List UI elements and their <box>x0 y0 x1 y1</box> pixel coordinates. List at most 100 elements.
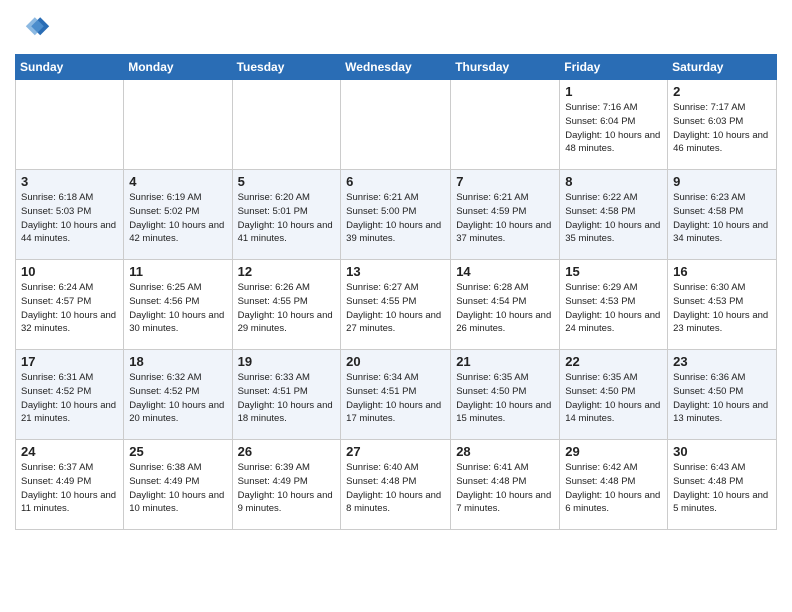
sunset-label: Sunset: 4:48 PM <box>565 476 635 487</box>
daylight-label: Daylight: 10 hours and 39 minutes. <box>346 220 441 245</box>
day-info: Sunrise: 6:26 AM Sunset: 4:55 PM Dayligh… <box>238 281 336 336</box>
sunrise-label: Sunrise: 7:17 AM <box>673 102 745 113</box>
daylight-label: Daylight: 10 hours and 34 minutes. <box>673 220 768 245</box>
day-number: 22 <box>565 354 662 369</box>
day-number: 6 <box>346 174 445 189</box>
day-info: Sunrise: 6:22 AM Sunset: 4:58 PM Dayligh… <box>565 191 662 246</box>
calendar-cell: 30 Sunrise: 6:43 AM Sunset: 4:48 PM Dayl… <box>668 440 777 530</box>
day-info: Sunrise: 6:18 AM Sunset: 5:03 PM Dayligh… <box>21 191 118 246</box>
daylight-label: Daylight: 10 hours and 11 minutes. <box>21 490 116 515</box>
calendar-cell: 20 Sunrise: 6:34 AM Sunset: 4:51 PM Dayl… <box>341 350 451 440</box>
sunset-label: Sunset: 5:02 PM <box>129 206 199 217</box>
daylight-label: Daylight: 10 hours and 9 minutes. <box>238 490 333 515</box>
daylight-label: Daylight: 10 hours and 37 minutes. <box>456 220 551 245</box>
day-number: 26 <box>238 444 336 459</box>
sunset-label: Sunset: 4:49 PM <box>238 476 308 487</box>
daylight-label: Daylight: 10 hours and 30 minutes. <box>129 310 224 335</box>
sunrise-label: Sunrise: 6:34 AM <box>346 372 418 383</box>
sunrise-label: Sunrise: 6:29 AM <box>565 282 637 293</box>
logo-icon <box>15 10 51 46</box>
day-info: Sunrise: 6:36 AM Sunset: 4:50 PM Dayligh… <box>673 371 771 426</box>
day-number: 16 <box>673 264 771 279</box>
day-info: Sunrise: 6:32 AM Sunset: 4:52 PM Dayligh… <box>129 371 226 426</box>
day-info: Sunrise: 6:30 AM Sunset: 4:53 PM Dayligh… <box>673 281 771 336</box>
day-number: 15 <box>565 264 662 279</box>
sunrise-label: Sunrise: 6:39 AM <box>238 462 310 473</box>
weekday-header-saturday: Saturday <box>668 55 777 80</box>
day-info: Sunrise: 6:24 AM Sunset: 4:57 PM Dayligh… <box>21 281 118 336</box>
sunset-label: Sunset: 6:04 PM <box>565 116 635 127</box>
calendar-cell: 24 Sunrise: 6:37 AM Sunset: 4:49 PM Dayl… <box>16 440 124 530</box>
daylight-label: Daylight: 10 hours and 14 minutes. <box>565 400 660 425</box>
page: SundayMondayTuesdayWednesdayThursdayFrid… <box>0 0 792 540</box>
calendar-cell: 23 Sunrise: 6:36 AM Sunset: 4:50 PM Dayl… <box>668 350 777 440</box>
weekday-header-friday: Friday <box>560 55 668 80</box>
day-info: Sunrise: 6:29 AM Sunset: 4:53 PM Dayligh… <box>565 281 662 336</box>
weekday-header-monday: Monday <box>124 55 232 80</box>
day-number: 24 <box>21 444 118 459</box>
sunrise-label: Sunrise: 6:19 AM <box>129 192 201 203</box>
sunrise-label: Sunrise: 6:26 AM <box>238 282 310 293</box>
calendar-cell: 3 Sunrise: 6:18 AM Sunset: 5:03 PM Dayli… <box>16 170 124 260</box>
calendar-cell: 15 Sunrise: 6:29 AM Sunset: 4:53 PM Dayl… <box>560 260 668 350</box>
day-number: 12 <box>238 264 336 279</box>
calendar-cell: 28 Sunrise: 6:41 AM Sunset: 4:48 PM Dayl… <box>451 440 560 530</box>
day-number: 28 <box>456 444 554 459</box>
daylight-label: Daylight: 10 hours and 41 minutes. <box>238 220 333 245</box>
sunrise-label: Sunrise: 7:16 AM <box>565 102 637 113</box>
day-number: 25 <box>129 444 226 459</box>
weekday-header-thursday: Thursday <box>451 55 560 80</box>
calendar-row-1: 3 Sunrise: 6:18 AM Sunset: 5:03 PM Dayli… <box>16 170 777 260</box>
sunrise-label: Sunrise: 6:40 AM <box>346 462 418 473</box>
sunrise-label: Sunrise: 6:24 AM <box>21 282 93 293</box>
day-number: 7 <box>456 174 554 189</box>
daylight-label: Daylight: 10 hours and 24 minutes. <box>565 310 660 335</box>
sunset-label: Sunset: 4:53 PM <box>565 296 635 307</box>
day-info: Sunrise: 6:31 AM Sunset: 4:52 PM Dayligh… <box>21 371 118 426</box>
sunrise-label: Sunrise: 6:28 AM <box>456 282 528 293</box>
day-number: 4 <box>129 174 226 189</box>
calendar-cell: 1 Sunrise: 7:16 AM Sunset: 6:04 PM Dayli… <box>560 80 668 170</box>
calendar-cell: 17 Sunrise: 6:31 AM Sunset: 4:52 PM Dayl… <box>16 350 124 440</box>
daylight-label: Daylight: 10 hours and 17 minutes. <box>346 400 441 425</box>
sunrise-label: Sunrise: 6:38 AM <box>129 462 201 473</box>
sunset-label: Sunset: 5:03 PM <box>21 206 91 217</box>
sunrise-label: Sunrise: 6:41 AM <box>456 462 528 473</box>
day-number: 18 <box>129 354 226 369</box>
day-info: Sunrise: 6:37 AM Sunset: 4:49 PM Dayligh… <box>21 461 118 516</box>
daylight-label: Daylight: 10 hours and 29 minutes. <box>238 310 333 335</box>
daylight-label: Daylight: 10 hours and 23 minutes. <box>673 310 768 335</box>
calendar-cell <box>341 80 451 170</box>
calendar-cell: 21 Sunrise: 6:35 AM Sunset: 4:50 PM Dayl… <box>451 350 560 440</box>
day-number: 10 <box>21 264 118 279</box>
calendar-cell: 11 Sunrise: 6:25 AM Sunset: 4:56 PM Dayl… <box>124 260 232 350</box>
daylight-label: Daylight: 10 hours and 42 minutes. <box>129 220 224 245</box>
daylight-label: Daylight: 10 hours and 46 minutes. <box>673 130 768 155</box>
sunset-label: Sunset: 4:48 PM <box>346 476 416 487</box>
daylight-label: Daylight: 10 hours and 10 minutes. <box>129 490 224 515</box>
sunset-label: Sunset: 4:51 PM <box>238 386 308 397</box>
day-info: Sunrise: 6:20 AM Sunset: 5:01 PM Dayligh… <box>238 191 336 246</box>
day-number: 9 <box>673 174 771 189</box>
day-info: Sunrise: 6:42 AM Sunset: 4:48 PM Dayligh… <box>565 461 662 516</box>
day-info: Sunrise: 6:40 AM Sunset: 4:48 PM Dayligh… <box>346 461 445 516</box>
daylight-label: Daylight: 10 hours and 13 minutes. <box>673 400 768 425</box>
calendar: SundayMondayTuesdayWednesdayThursdayFrid… <box>15 54 777 530</box>
sunrise-label: Sunrise: 6:36 AM <box>673 372 745 383</box>
sunset-label: Sunset: 4:50 PM <box>565 386 635 397</box>
day-info: Sunrise: 6:34 AM Sunset: 4:51 PM Dayligh… <box>346 371 445 426</box>
sunset-label: Sunset: 4:52 PM <box>129 386 199 397</box>
daylight-label: Daylight: 10 hours and 48 minutes. <box>565 130 660 155</box>
sunrise-label: Sunrise: 6:32 AM <box>129 372 201 383</box>
sunrise-label: Sunrise: 6:35 AM <box>456 372 528 383</box>
daylight-label: Daylight: 10 hours and 35 minutes. <box>565 220 660 245</box>
sunset-label: Sunset: 4:51 PM <box>346 386 416 397</box>
calendar-cell: 13 Sunrise: 6:27 AM Sunset: 4:55 PM Dayl… <box>341 260 451 350</box>
sunrise-label: Sunrise: 6:33 AM <box>238 372 310 383</box>
sunset-label: Sunset: 4:50 PM <box>673 386 743 397</box>
day-number: 3 <box>21 174 118 189</box>
daylight-label: Daylight: 10 hours and 20 minutes. <box>129 400 224 425</box>
day-number: 29 <box>565 444 662 459</box>
sunset-label: Sunset: 4:48 PM <box>456 476 526 487</box>
weekday-header-wednesday: Wednesday <box>341 55 451 80</box>
